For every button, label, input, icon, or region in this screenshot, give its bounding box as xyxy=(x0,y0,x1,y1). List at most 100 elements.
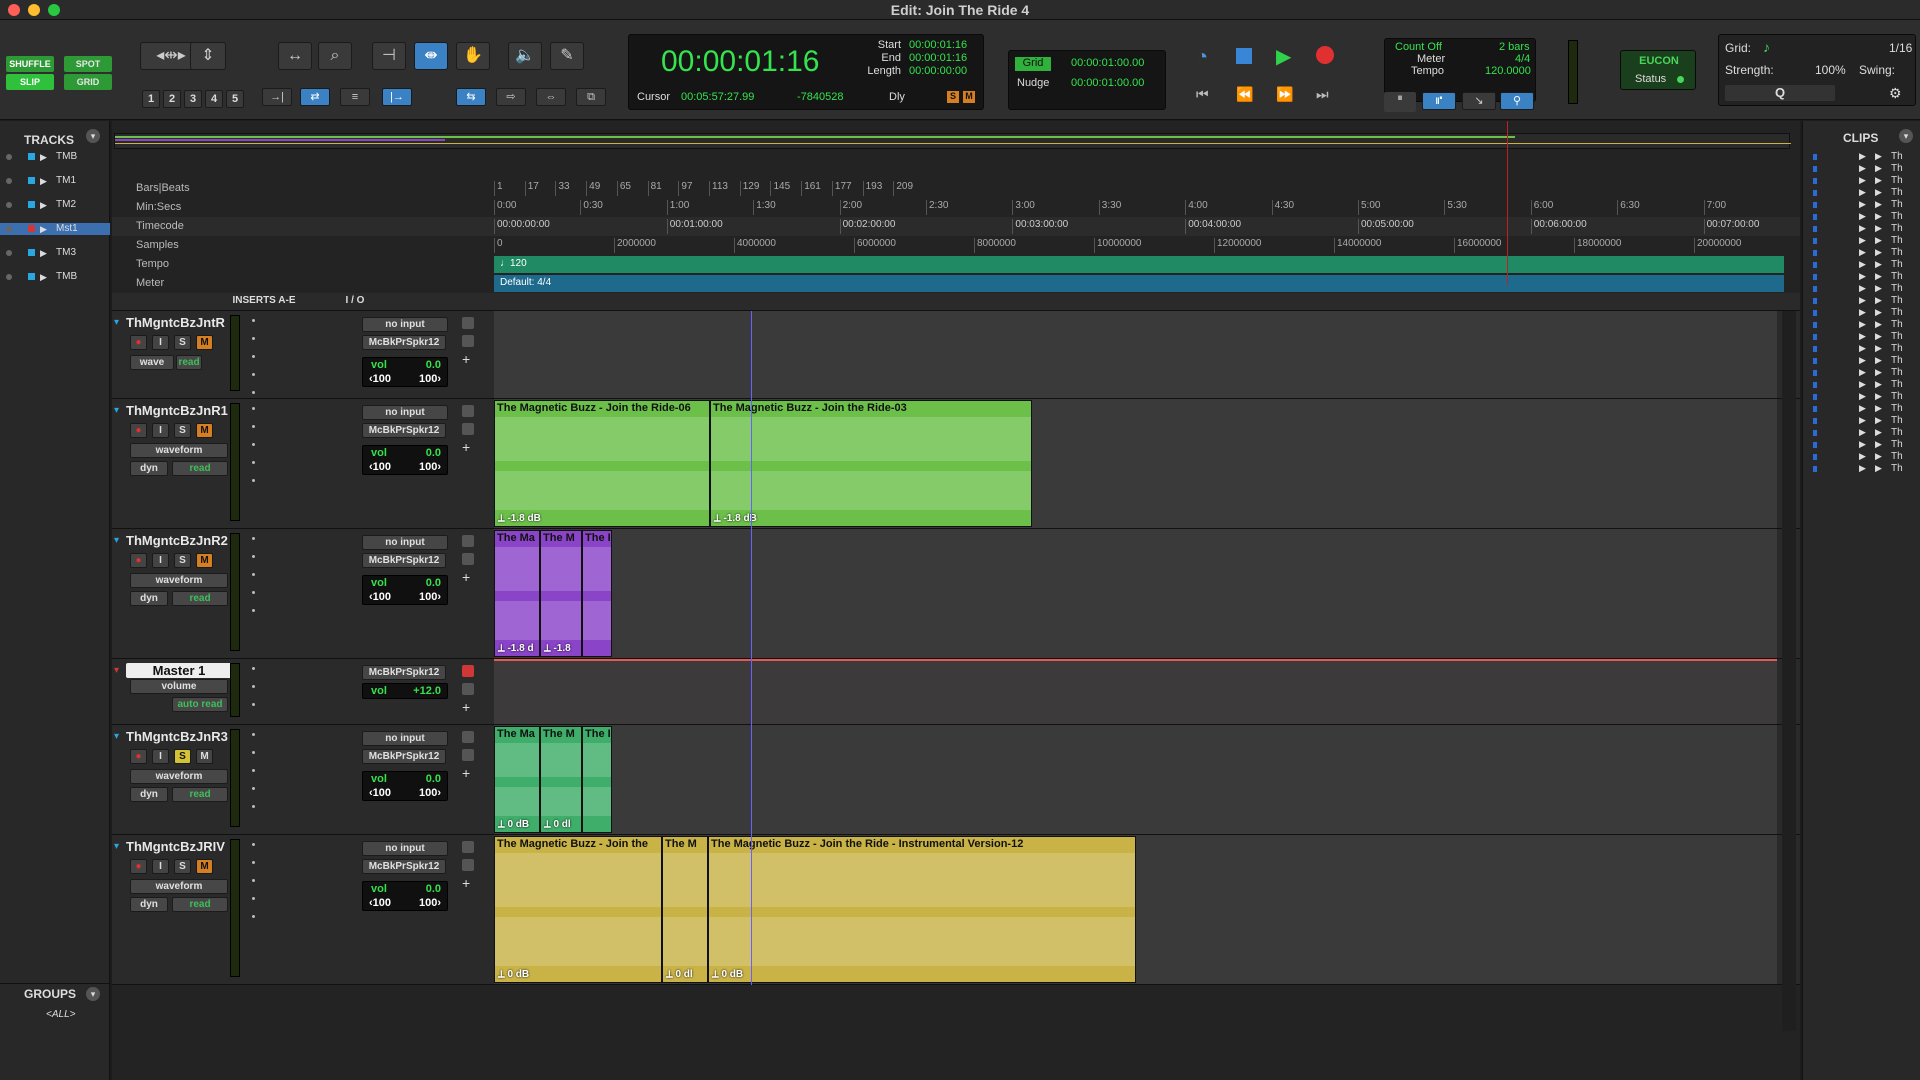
clip-list-item[interactable]: ▶ ▶ Th xyxy=(1803,463,1920,475)
grid-value-midi[interactable]: 1/16 xyxy=(1889,41,1912,55)
audio-clip[interactable]: The M ⟂ 0 dl xyxy=(540,726,582,833)
insert-slot[interactable] xyxy=(252,861,255,864)
solo-button[interactable]: S xyxy=(174,335,191,350)
bars-beats-ruler[interactable]: Bars|Beats 1 17 33 49 65 81 97 113 129 145 161 177 19… xyxy=(112,179,1800,198)
clip-list-item[interactable]: ▶ ▶ Th xyxy=(1803,379,1920,391)
insert-slot[interactable] xyxy=(252,667,255,670)
rewind-button[interactable]: ⏪ xyxy=(1236,86,1253,103)
input-monitor-button[interactable]: I xyxy=(152,859,169,874)
comments-icon[interactable] xyxy=(462,749,474,761)
stop-button[interactable] xyxy=(1236,48,1252,64)
expand-icon[interactable]: ▶ xyxy=(1875,259,1882,270)
clips-menu-icon[interactable]: ▾ xyxy=(1899,129,1913,143)
solo-button[interactable]: S xyxy=(174,749,191,764)
expand-icon[interactable]: ▶ xyxy=(1859,211,1866,222)
min-secs-ruler[interactable]: Min:Secs 0:00 0:30 1:00 1:30 2:00 2:30 3:00 3:30… xyxy=(112,198,1800,217)
audio-clip[interactable]: The Magnetic Buzz - Join the Ride - Inst… xyxy=(708,836,1136,983)
expand-icon[interactable]: ▶ xyxy=(1859,307,1866,318)
input-mode-icon[interactable] xyxy=(462,317,474,329)
clip-list-item[interactable]: ▶ ▶ Th xyxy=(1803,283,1920,295)
pencil-tool-button[interactable]: ✎ xyxy=(550,42,584,70)
track-disclosure-icon[interactable]: ▾ xyxy=(114,535,119,546)
clip-list-item[interactable]: ▶ ▶ Th xyxy=(1803,163,1920,175)
scrubber-tool-button[interactable]: 🔈 xyxy=(508,42,542,70)
input-monitor-button[interactable]: I xyxy=(152,335,169,350)
clip-list-item[interactable]: ▶ ▶ Th xyxy=(1803,343,1920,355)
nudge-value[interactable]: 00:00:01:00.00 xyxy=(1071,77,1144,89)
loop-icon[interactable]: ◔ xyxy=(1196,46,1208,69)
spot-mode-button[interactable]: SPOT xyxy=(64,56,112,72)
insertion-follows-button[interactable]: |→ xyxy=(382,88,412,106)
zoom-preset-4[interactable]: 4 xyxy=(205,90,223,108)
tempo-value[interactable]: 120.0000 xyxy=(1485,65,1531,77)
input-mode-icon[interactable] xyxy=(462,405,474,417)
mute-button[interactable]: M xyxy=(196,859,213,874)
expand-icon[interactable]: ▶ xyxy=(1859,175,1866,186)
insert-slot[interactable] xyxy=(252,443,255,446)
clip-list-item[interactable]: ▶ ▶ Th xyxy=(1803,307,1920,319)
add-send-icon[interactable]: + xyxy=(462,352,470,366)
output-selector[interactable]: McBkPrSpkr12 xyxy=(362,749,446,764)
comments-icon[interactable] xyxy=(462,859,474,871)
expand-icon[interactable]: ▶ xyxy=(1875,187,1882,198)
solo-button[interactable]: S xyxy=(174,859,191,874)
expand-icon[interactable]: ▶ xyxy=(1859,151,1866,162)
insert-slot[interactable] xyxy=(252,787,255,790)
insert-slot[interactable] xyxy=(252,573,255,576)
sidebar-track-tmb[interactable]: ▶ TMB xyxy=(0,271,110,283)
clip-list-item[interactable]: ▶ ▶ Th xyxy=(1803,403,1920,415)
shuffle-mode-button[interactable]: SHUFFLE xyxy=(6,56,54,72)
clip-list-item[interactable]: ▶ ▶ Th xyxy=(1803,427,1920,439)
expand-icon[interactable]: ▶ xyxy=(40,247,47,259)
input-mode-icon[interactable] xyxy=(462,665,474,677)
input-monitor-button[interactable]: I xyxy=(152,749,169,764)
wait-for-note-button[interactable]: ↘ xyxy=(1462,92,1496,110)
track-view-selector[interactable]: wave xyxy=(130,355,174,370)
expand-icon[interactable]: ▶ xyxy=(40,175,47,187)
record-enable-button[interactable]: ● xyxy=(130,749,147,764)
expand-icon[interactable]: ▶ xyxy=(1859,259,1866,270)
insert-slot[interactable] xyxy=(252,555,255,558)
expand-icon[interactable]: ▶ xyxy=(1859,235,1866,246)
expand-icon[interactable]: ▶ xyxy=(1875,247,1882,258)
solo-button[interactable]: S xyxy=(174,423,191,438)
audio-clip[interactable]: The I xyxy=(582,530,612,657)
expand-icon[interactable]: ▶ xyxy=(1875,415,1882,426)
clip-list-item[interactable]: ▶ ▶ Th xyxy=(1803,367,1920,379)
input-monitor-button[interactable]: I xyxy=(152,553,169,568)
track-disclosure-icon[interactable]: ▾ xyxy=(114,731,119,742)
expand-icon[interactable]: ▶ xyxy=(1875,355,1882,366)
expand-icon[interactable]: ▶ xyxy=(1859,283,1866,294)
mute-button[interactable]: M xyxy=(196,335,213,350)
elastic-audio-selector[interactable]: dyn xyxy=(130,591,168,606)
link-timeline-button[interactable]: ⇄ xyxy=(300,88,330,106)
insert-slot[interactable] xyxy=(252,769,255,772)
selection-start[interactable]: 00:00:01:16 xyxy=(909,39,967,51)
audio-clip[interactable]: The Ma ⟂ 0 dB xyxy=(494,726,540,833)
output-selector[interactable]: McBkPrSpkr12 xyxy=(362,553,446,568)
expand-icon[interactable]: ▶ xyxy=(1859,271,1866,282)
output-selector[interactable]: McBkPrSpkr12 xyxy=(362,335,446,350)
expand-icon[interactable]: ▶ xyxy=(40,223,47,235)
groups-menu-icon[interactable]: ▾ xyxy=(86,987,100,1001)
clip-list-item[interactable]: ▶ ▶ Th xyxy=(1803,175,1920,187)
track-show-icon[interactable] xyxy=(6,202,12,208)
expand-icon[interactable]: ▶ xyxy=(40,151,47,163)
track-lane[interactable]: The Magnetic Buzz - Join the ⟂ 0 dB The M ⟂… xyxy=(494,835,1777,984)
audio-clip[interactable]: The M ⟂ -1.8 xyxy=(540,530,582,657)
expand-icon[interactable]: ▶ xyxy=(1859,343,1866,354)
clip-list-item[interactable]: ▶ ▶ Th xyxy=(1803,295,1920,307)
zoom-preset-2[interactable]: 2 xyxy=(163,90,181,108)
insert-slot[interactable] xyxy=(252,897,255,900)
elastic-audio-selector[interactable]: dyn xyxy=(130,897,168,912)
slip-mode-button[interactable]: SLIP xyxy=(6,74,54,90)
zoom-preset-3[interactable]: 3 xyxy=(184,90,202,108)
expand-icon[interactable]: ▶ xyxy=(1875,307,1882,318)
mute-button[interactable]: M xyxy=(196,423,213,438)
comments-icon[interactable] xyxy=(462,423,474,435)
volume-display[interactable]: vol +12.0 xyxy=(362,683,448,699)
output-selector[interactable]: McBkPrSpkr12 xyxy=(362,859,446,874)
timecode-ruler[interactable]: Timecode 00:00:00:00 00:01:00:00 00:02:00:0… xyxy=(112,217,1800,236)
expand-icon[interactable]: ▶ xyxy=(1875,451,1882,462)
expand-icon[interactable]: ▶ xyxy=(1859,319,1866,330)
